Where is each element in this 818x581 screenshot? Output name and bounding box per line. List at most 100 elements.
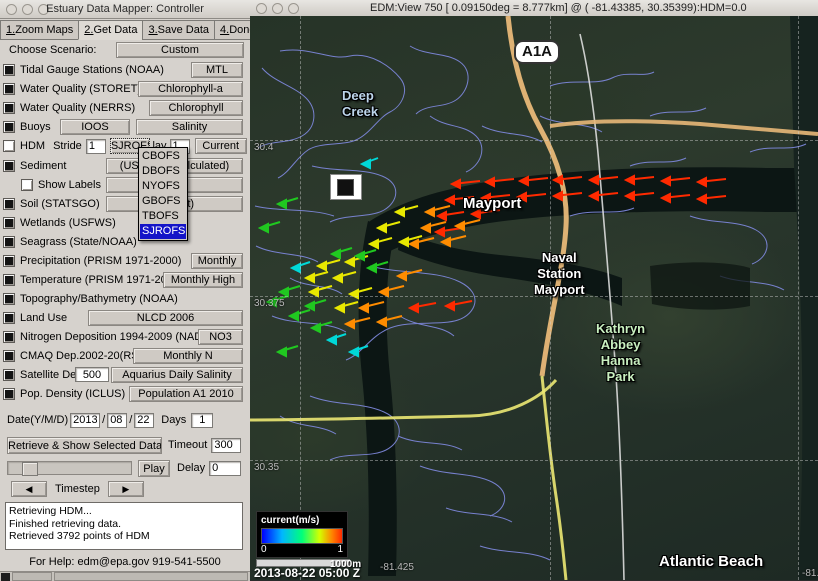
checkbox-cmaq[interactable] [3,350,15,362]
timestep-slider[interactable] [7,461,132,475]
button-nitrogen-deposition-param[interactable]: NO3 [198,329,243,345]
row-buoys[interactable]: Buoys IOOS Salinity [0,117,250,136]
hdm-model-dropdown[interactable]: CBOFS DBOFS NYOFS GBOFS TBOFS SJROFS [138,147,188,241]
minimize-icon[interactable] [22,4,33,15]
input-hdm-stride[interactable] [86,139,106,154]
map-canvas[interactable]: 30.4 30.375 30.35 -81.425 -81.4 Deep Cre… [250,16,818,580]
row-show-labels[interactable]: Show Labels ) [0,175,250,194]
checkbox-land-use[interactable] [3,312,15,324]
input-satellite-depth[interactable] [75,367,109,382]
button-cmaq-param[interactable]: Monthly N [133,348,243,364]
row-satellite-depth[interactable]: Satellite Depth Aquarius Daily Salinity [0,365,250,384]
checkbox-buoys[interactable] [3,121,15,133]
tab-save-data[interactable]: 3. Save Data [142,20,215,40]
row-nitrogen-deposition[interactable]: Nitrogen Deposition 1994-2009 (NADP) NO3 [0,327,250,346]
map-maximize-icon[interactable] [288,3,299,14]
map-close-icon[interactable] [256,3,267,14]
row-water-quality-storet[interactable]: Water Quality (STORET) Chlorophyll-a [0,79,250,98]
row-seagrass[interactable]: Seagrass (State/NOAA) [0,232,250,251]
map-vector-overlay [250,16,818,580]
scenario-button[interactable]: Custom [116,42,244,58]
row-water-quality-nerrs[interactable]: Water Quality (NERRS) Chlorophyll [0,98,250,117]
row-sediment[interactable]: Sediment (USGS) ... Calculated) [0,156,250,175]
row-cmaq[interactable]: CMAQ Dep.2002-20(RSIG Monthly N [0,346,250,365]
button-tidal-gauge-mtl[interactable]: MTL [191,62,243,78]
gridline-lon--81.4 [798,16,799,580]
button-temperature-param[interactable]: Monthly High [163,272,243,288]
input-delay[interactable] [209,461,241,476]
retrieve-button[interactable]: Retrieve & Show Selected Data [7,437,162,454]
input-date-day[interactable] [134,413,154,428]
checkbox-water-quality-storet[interactable] [3,83,15,95]
checkbox-soil[interactable] [3,198,15,210]
dropdown-option-dbofs[interactable]: DBOFS [140,164,186,179]
button-pop-density-param[interactable]: Population A1 2010 [129,386,243,402]
label-hdm-stride: Stride [53,140,82,152]
gridline-lat-30.35 [250,460,818,461]
highway-shield-a1a: A1A [514,40,560,64]
row-topography[interactable]: Topography/Bathymetry (NOAA) [0,289,250,308]
row-soil[interactable]: Soil (STATSGO) ic (%wt) [0,194,250,213]
button-precipitation-param[interactable]: Monthly [191,253,243,269]
dropdown-option-nyofs[interactable]: NYOFS [140,179,186,194]
checkbox-temperature[interactable] [3,274,15,286]
tab-get-data[interactable]: 2. Get Data [78,20,143,40]
dropdown-option-cbofs[interactable]: CBOFS [140,149,186,164]
row-precipitation[interactable]: Precipitation (PRISM 1971-2000) Monthly [0,251,250,270]
input-date-year[interactable] [70,413,100,428]
checkbox-wetlands[interactable] [3,217,15,229]
button-land-use-param[interactable]: NLCD 2006 [88,310,243,326]
button-buoys-source[interactable]: IOOS [60,119,130,135]
row-wetlands[interactable]: Wetlands (USFWS) [0,213,250,232]
timestep-next-button[interactable]: ▶ [108,481,144,497]
button-buoys-param[interactable]: Salinity [136,119,243,135]
dropdown-option-sjrofs[interactable]: SJROFS [140,224,186,239]
checkbox-pop-density[interactable] [3,388,15,400]
close-icon[interactable] [6,4,17,15]
tab-zoom-maps[interactable]: 1. Zoom Maps [0,20,79,40]
row-land-use[interactable]: Land Use NLCD 2006 [0,308,250,327]
input-date-month[interactable] [107,413,127,428]
checkbox-sediment[interactable] [3,160,15,172]
label-seagrass: Seagrass (State/NOAA) [20,236,137,248]
button-water-quality-nerrs-param[interactable]: Chlorophyll [149,100,243,116]
map-minimize-icon[interactable] [272,3,283,14]
checkbox-seagrass[interactable] [3,236,15,248]
button-hdm-variable[interactable]: Current [195,138,247,154]
checkbox-topography[interactable] [3,293,15,305]
dropdown-option-gbofs[interactable]: GBOFS [140,194,186,209]
checkbox-precipitation[interactable] [3,255,15,267]
label-buoys: Buoys [20,121,51,133]
timestep-slider-thumb[interactable] [22,462,38,476]
tab-done-num: 4. [220,24,229,36]
checkbox-nitrogen-deposition[interactable] [3,331,15,343]
dropdown-option-tbofs[interactable]: TBOFS [140,209,186,224]
input-timeout[interactable] [211,438,241,453]
row-hdm[interactable]: HDM Stride SJROFS lay Current [0,136,250,156]
button-satellite-depth-param[interactable]: Aquarius Daily Salinity [111,367,243,383]
row-pop-density[interactable]: Pop. Density (ICLUS) Population A1 2010 [0,384,250,403]
button-water-quality-storet-param[interactable]: Chlorophyll-a [138,81,243,97]
row-retrieve: Retrieve & Show Selected Data Timeout [0,433,250,457]
checkbox-hdm[interactable] [3,140,15,152]
inlet-south-channel [398,231,622,306]
checkbox-satellite-depth[interactable] [3,369,15,381]
timestep-prev-button[interactable]: ◀ [11,481,47,497]
checkbox-water-quality-nerrs[interactable] [3,102,15,114]
row-temperature[interactable]: Temperature (PRISM 1971-2000) Monthly Hi… [0,270,250,289]
legend-ticks: 0 1 [261,544,343,555]
map-window-title: EDM:View 750 [ 0.09150deg = 8.777km] @ (… [370,2,747,14]
row-tidal-gauge[interactable]: Tidal Gauge Stations (NOAA) MTL [0,60,250,79]
window-controls[interactable] [6,4,49,15]
log-output: Retrieving HDM... Finished retrieving da… [5,502,243,550]
date-sep-1: / [102,414,105,426]
input-days[interactable] [191,413,213,428]
map-window-controls[interactable] [256,3,299,14]
play-button[interactable]: Play [138,460,170,477]
taskbar-icon[interactable] [1,573,10,581]
maximize-icon[interactable] [38,4,49,15]
checkbox-tidal-gauge[interactable] [3,64,15,76]
row-timestep-controls: ◀ Timestep ▶ [0,479,250,499]
checkbox-show-labels[interactable] [21,179,33,191]
selection-marker-box[interactable] [330,174,362,200]
